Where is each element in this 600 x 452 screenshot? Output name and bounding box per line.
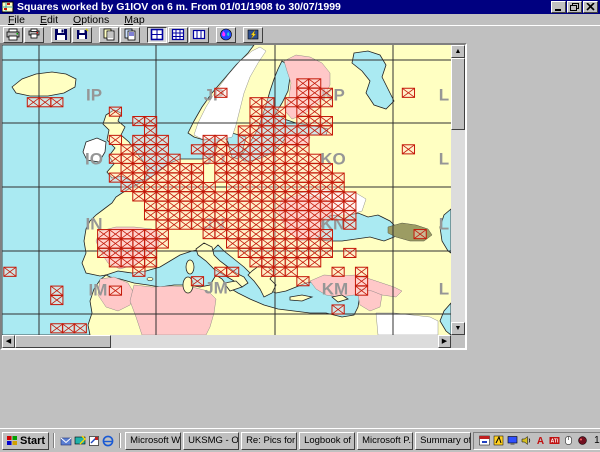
desktop: Squares worked by G1IOV on 6 m. From 01/… — [0, 0, 600, 452]
map-canvas[interactable]: IPJPKPLIOJOKOLINJNKNLIMJMKML — [2, 45, 451, 335]
ati-icon[interactable]: ATI — [548, 435, 560, 447]
task-button-uksmg[interactable]: UKSMG - O... — [183, 431, 240, 450]
save-icon — [55, 29, 67, 40]
svg-text:L: L — [439, 215, 449, 234]
windows-logo-icon — [7, 436, 17, 445]
internet-explorer-icon[interactable] — [102, 434, 114, 448]
map-grid-wide-button[interactable] — [189, 26, 209, 43]
task-button-summary[interactable]: Summary of... — [415, 431, 472, 450]
task-button-microsoft-word[interactable]: W Microsoft W... — [125, 431, 182, 450]
menu-map[interactable]: Map — [124, 14, 144, 26]
map-horizontal-scrollbar[interactable]: ◀ ▶ — [2, 335, 451, 348]
svg-text:KM: KM — [322, 280, 348, 299]
globe-icon — [220, 28, 232, 41]
show-desktop-icon[interactable] — [74, 434, 87, 448]
task-button-re-pics[interactable]: Re: Pics for ... — [241, 431, 298, 450]
svg-text:IM: IM — [89, 281, 108, 300]
svg-text:ATI: ATI — [550, 439, 558, 445]
display-icon[interactable] — [506, 435, 518, 447]
task-button-microsoft-p[interactable]: P Microsoft P... — [357, 431, 414, 450]
antivirus-icon[interactable] — [492, 435, 504, 447]
menu-options[interactable]: Options — [73, 14, 109, 26]
scroll-down-button[interactable]: ▼ — [451, 322, 465, 335]
outlook-express-icon[interactable] — [60, 434, 72, 448]
svg-text:L: L — [439, 86, 449, 105]
scroll-up-button[interactable]: ▲ — [451, 45, 465, 58]
arrow-right-icon: ▶ — [441, 338, 448, 345]
task-button-label: Microsoft P... — [362, 435, 414, 446]
taskbar: Start W Microsoft W... UKSMG - O... Re: … — [0, 428, 600, 452]
svg-text:L: L — [439, 280, 449, 299]
task-button-label: Summary of... — [420, 435, 472, 446]
system-tray: A ATI 16:55 — [473, 431, 600, 450]
scrollbar-corner — [451, 335, 465, 348]
grid-wide-icon — [192, 29, 206, 40]
app-icon — [2, 1, 14, 13]
scheduler-icon[interactable] — [478, 435, 490, 447]
arrow-left-icon: ◀ — [5, 338, 12, 345]
svg-text:L: L — [439, 150, 449, 169]
start-button[interactable]: Start — [2, 431, 50, 450]
svg-text:JM: JM — [204, 279, 228, 298]
map-grid-dense-button[interactable] — [168, 26, 188, 43]
window-titlebar[interactable]: Squares worked by G1IOV on 6 m. From 01/… — [0, 0, 600, 14]
map-squares-view-button[interactable] — [147, 26, 167, 43]
copy-icon — [103, 28, 115, 41]
minimize-button[interactable] — [551, 1, 566, 13]
svg-text:IO: IO — [85, 150, 103, 169]
vertical-scroll-thumb[interactable] — [451, 58, 465, 130]
task-button-logbook[interactable]: Logbook of ... — [299, 431, 356, 450]
window-title: Squares worked by G1IOV on 6 m. From 01/… — [17, 1, 341, 13]
copy-map-icon — [124, 28, 136, 41]
copy-map-button[interactable] — [120, 26, 140, 43]
svg-text:IP: IP — [86, 86, 102, 105]
close-icon — [586, 3, 595, 11]
avg-icon[interactable]: A — [534, 435, 546, 447]
world-view-button[interactable] — [216, 26, 236, 43]
volume-icon[interactable] — [520, 435, 532, 447]
taskbar-separator — [119, 433, 122, 448]
arrow-up-icon: ▲ — [454, 48, 462, 55]
toolbar — [0, 25, 600, 43]
map-squares-icon — [150, 28, 164, 41]
minimize-icon — [555, 9, 561, 11]
taskbar-clock[interactable]: 16:55 — [594, 435, 600, 446]
task-button-label: Logbook of ... — [304, 435, 354, 446]
horizontal-scroll-thumb[interactable] — [15, 335, 111, 348]
mouse-icon[interactable] — [562, 435, 574, 447]
locator-icon — [247, 29, 259, 40]
task-button-label: Re: Pics for ... — [246, 435, 296, 446]
task-button-label: UKSMG - O... — [188, 435, 239, 446]
print-button[interactable] — [3, 26, 23, 43]
app-client-area: IPJPKPLIOJOKOLINJNKNLIMJMKML ▲ ▼ ◀ ▶ — [0, 43, 600, 428]
channels-icon[interactable] — [88, 434, 100, 448]
restore-icon — [570, 3, 579, 11]
modem-icon[interactable] — [576, 435, 588, 447]
save-as-icon — [77, 28, 89, 39]
menubar: File Edit Options Map — [0, 14, 600, 26]
close-button[interactable] — [583, 1, 598, 13]
menu-edit[interactable]: Edit — [40, 14, 58, 26]
print-setup-button[interactable] — [24, 26, 44, 43]
printer-icon — [6, 28, 20, 41]
arrow-down-icon: ▼ — [454, 325, 462, 332]
map-window: IPJPKPLIOJOKOLINJNKNLIMJMKML ▲ ▼ ◀ ▶ — [0, 43, 467, 350]
restore-button[interactable] — [567, 1, 582, 13]
scroll-left-button[interactable]: ◀ — [2, 335, 15, 348]
save-button[interactable] — [51, 26, 71, 43]
locator-tool-button[interactable] — [243, 26, 263, 43]
taskbar-separator — [53, 433, 56, 448]
start-label: Start — [20, 434, 46, 447]
task-button-label: Microsoft W... — [130, 435, 180, 446]
svg-text:A: A — [536, 436, 543, 446]
menu-file[interactable]: File — [8, 14, 25, 26]
grid-dense-icon — [171, 28, 185, 41]
scroll-right-button[interactable]: ▶ — [438, 335, 451, 348]
copy-button[interactable] — [99, 26, 119, 43]
save-as-button[interactable] — [72, 26, 92, 43]
printer-setup-icon — [28, 28, 40, 39]
map-vertical-scrollbar[interactable]: ▲ ▼ — [451, 45, 465, 335]
